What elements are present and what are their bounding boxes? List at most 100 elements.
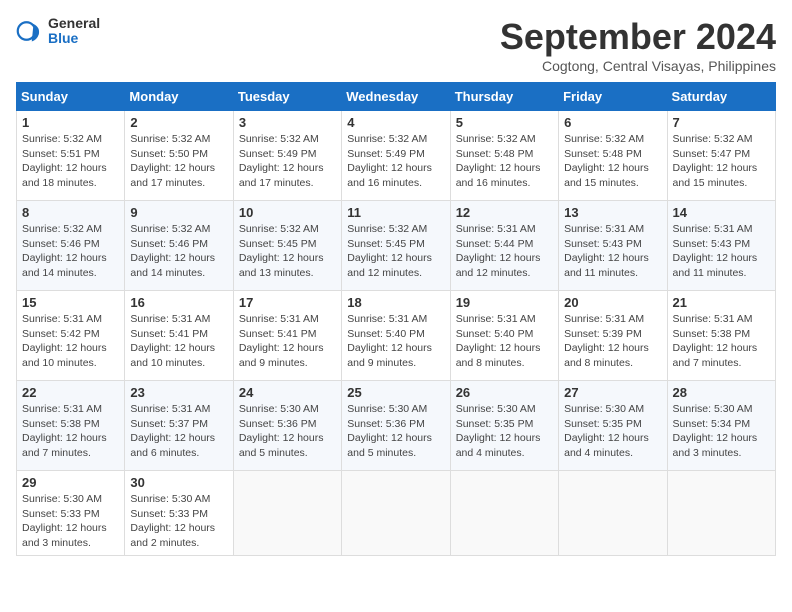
day-info: Sunrise: 5:31 AM Sunset: 5:42 PM Dayligh… (22, 312, 119, 371)
sunrise-time: Sunrise: 5:31 AM (347, 313, 427, 325)
day-info: Sunrise: 5:32 AM Sunset: 5:45 PM Dayligh… (347, 222, 444, 281)
day-number: 15 (22, 295, 119, 310)
sunset-time: Sunset: 5:38 PM (673, 328, 751, 340)
day-info: Sunrise: 5:32 AM Sunset: 5:45 PM Dayligh… (239, 222, 336, 281)
day-info: Sunrise: 5:31 AM Sunset: 5:40 PM Dayligh… (347, 312, 444, 371)
day-number: 19 (456, 295, 553, 310)
sunrise-time: Sunrise: 5:30 AM (130, 493, 210, 505)
calendar-cell: 3 Sunrise: 5:32 AM Sunset: 5:49 PM Dayli… (233, 111, 341, 201)
sunset-time: Sunset: 5:42 PM (22, 328, 100, 340)
calendar-cell: 7 Sunrise: 5:32 AM Sunset: 5:47 PM Dayli… (667, 111, 775, 201)
daylight-hours: Daylight: 12 hours and 7 minutes. (673, 342, 758, 369)
daylight-hours: Daylight: 12 hours and 9 minutes. (239, 342, 324, 369)
day-number: 16 (130, 295, 227, 310)
calendar-cell: 30 Sunrise: 5:30 AM Sunset: 5:33 PM Dayl… (125, 471, 233, 556)
sunrise-time: Sunrise: 5:32 AM (22, 223, 102, 235)
calendar-week-1: 1 Sunrise: 5:32 AM Sunset: 5:51 PM Dayli… (17, 111, 776, 201)
calendar-cell (450, 471, 558, 556)
calendar-cell: 29 Sunrise: 5:30 AM Sunset: 5:33 PM Dayl… (17, 471, 125, 556)
day-number: 25 (347, 385, 444, 400)
sunrise-time: Sunrise: 5:32 AM (239, 133, 319, 145)
daylight-hours: Daylight: 12 hours and 9 minutes. (347, 342, 432, 369)
daylight-hours: Daylight: 12 hours and 10 minutes. (22, 342, 107, 369)
sunrise-time: Sunrise: 5:31 AM (130, 313, 210, 325)
month-title: September 2024 (500, 16, 776, 58)
daylight-hours: Daylight: 12 hours and 12 minutes. (347, 252, 432, 279)
day-number: 18 (347, 295, 444, 310)
calendar-cell: 22 Sunrise: 5:31 AM Sunset: 5:38 PM Dayl… (17, 381, 125, 471)
day-info: Sunrise: 5:32 AM Sunset: 5:50 PM Dayligh… (130, 132, 227, 191)
day-info: Sunrise: 5:32 AM Sunset: 5:46 PM Dayligh… (130, 222, 227, 281)
sunrise-time: Sunrise: 5:30 AM (673, 403, 753, 415)
sunset-time: Sunset: 5:35 PM (564, 418, 642, 430)
day-number: 9 (130, 205, 227, 220)
daylight-hours: Daylight: 12 hours and 16 minutes. (456, 162, 541, 189)
day-number: 11 (347, 205, 444, 220)
day-info: Sunrise: 5:30 AM Sunset: 5:36 PM Dayligh… (239, 402, 336, 461)
sunset-time: Sunset: 5:48 PM (456, 148, 534, 160)
day-info: Sunrise: 5:31 AM Sunset: 5:43 PM Dayligh… (673, 222, 770, 281)
calendar-cell: 16 Sunrise: 5:31 AM Sunset: 5:41 PM Dayl… (125, 291, 233, 381)
sunset-time: Sunset: 5:44 PM (456, 238, 534, 250)
sunset-time: Sunset: 5:49 PM (347, 148, 425, 160)
sunset-time: Sunset: 5:43 PM (564, 238, 642, 250)
sunrise-time: Sunrise: 5:31 AM (564, 313, 644, 325)
sunset-time: Sunset: 5:33 PM (130, 508, 208, 520)
page-header: General Blue September 2024 Cogtong, Cen… (16, 16, 776, 74)
sunset-time: Sunset: 5:33 PM (22, 508, 100, 520)
day-info: Sunrise: 5:32 AM Sunset: 5:51 PM Dayligh… (22, 132, 119, 191)
daylight-hours: Daylight: 12 hours and 13 minutes. (239, 252, 324, 279)
sunrise-time: Sunrise: 5:32 AM (673, 133, 753, 145)
sunrise-time: Sunrise: 5:32 AM (130, 223, 210, 235)
sunset-time: Sunset: 5:39 PM (564, 328, 642, 340)
day-number: 22 (22, 385, 119, 400)
weekday-header-wednesday: Wednesday (342, 83, 450, 111)
sunrise-time: Sunrise: 5:31 AM (564, 223, 644, 235)
day-number: 2 (130, 115, 227, 130)
sunrise-time: Sunrise: 5:32 AM (347, 223, 427, 235)
calendar-cell: 24 Sunrise: 5:30 AM Sunset: 5:36 PM Dayl… (233, 381, 341, 471)
day-number: 7 (673, 115, 770, 130)
day-info: Sunrise: 5:31 AM Sunset: 5:40 PM Dayligh… (456, 312, 553, 371)
weekday-header-friday: Friday (559, 83, 667, 111)
sunrise-time: Sunrise: 5:32 AM (347, 133, 427, 145)
calendar-cell: 15 Sunrise: 5:31 AM Sunset: 5:42 PM Dayl… (17, 291, 125, 381)
calendar-cell: 28 Sunrise: 5:30 AM Sunset: 5:34 PM Dayl… (667, 381, 775, 471)
calendar-cell: 20 Sunrise: 5:31 AM Sunset: 5:39 PM Dayl… (559, 291, 667, 381)
day-number: 6 (564, 115, 661, 130)
logo-blue: Blue (48, 31, 100, 46)
calendar-cell: 21 Sunrise: 5:31 AM Sunset: 5:38 PM Dayl… (667, 291, 775, 381)
sunrise-time: Sunrise: 5:32 AM (130, 133, 210, 145)
weekday-header-row: SundayMondayTuesdayWednesdayThursdayFrid… (17, 83, 776, 111)
sunrise-time: Sunrise: 5:31 AM (456, 223, 536, 235)
sunrise-time: Sunrise: 5:31 AM (22, 313, 102, 325)
day-info: Sunrise: 5:32 AM Sunset: 5:47 PM Dayligh… (673, 132, 770, 191)
calendar-cell: 13 Sunrise: 5:31 AM Sunset: 5:43 PM Dayl… (559, 201, 667, 291)
day-number: 10 (239, 205, 336, 220)
day-number: 17 (239, 295, 336, 310)
sunset-time: Sunset: 5:34 PM (673, 418, 751, 430)
day-info: Sunrise: 5:32 AM Sunset: 5:49 PM Dayligh… (347, 132, 444, 191)
day-info: Sunrise: 5:31 AM Sunset: 5:39 PM Dayligh… (564, 312, 661, 371)
daylight-hours: Daylight: 12 hours and 5 minutes. (239, 432, 324, 459)
calendar-cell: 5 Sunrise: 5:32 AM Sunset: 5:48 PM Dayli… (450, 111, 558, 201)
sunset-time: Sunset: 5:38 PM (22, 418, 100, 430)
daylight-hours: Daylight: 12 hours and 12 minutes. (456, 252, 541, 279)
calendar-cell: 1 Sunrise: 5:32 AM Sunset: 5:51 PM Dayli… (17, 111, 125, 201)
calendar-cell: 9 Sunrise: 5:32 AM Sunset: 5:46 PM Dayli… (125, 201, 233, 291)
day-info: Sunrise: 5:31 AM Sunset: 5:41 PM Dayligh… (239, 312, 336, 371)
calendar-cell: 18 Sunrise: 5:31 AM Sunset: 5:40 PM Dayl… (342, 291, 450, 381)
location-title: Cogtong, Central Visayas, Philippines (500, 58, 776, 74)
calendar-table: SundayMondayTuesdayWednesdayThursdayFrid… (16, 82, 776, 556)
sunset-time: Sunset: 5:50 PM (130, 148, 208, 160)
day-number: 1 (22, 115, 119, 130)
calendar-cell: 27 Sunrise: 5:30 AM Sunset: 5:35 PM Dayl… (559, 381, 667, 471)
daylight-hours: Daylight: 12 hours and 8 minutes. (564, 342, 649, 369)
calendar-cell (667, 471, 775, 556)
day-number: 13 (564, 205, 661, 220)
day-info: Sunrise: 5:31 AM Sunset: 5:38 PM Dayligh… (22, 402, 119, 461)
weekday-header-sunday: Sunday (17, 83, 125, 111)
daylight-hours: Daylight: 12 hours and 16 minutes. (347, 162, 432, 189)
logo: General Blue (16, 16, 100, 47)
day-info: Sunrise: 5:30 AM Sunset: 5:35 PM Dayligh… (564, 402, 661, 461)
